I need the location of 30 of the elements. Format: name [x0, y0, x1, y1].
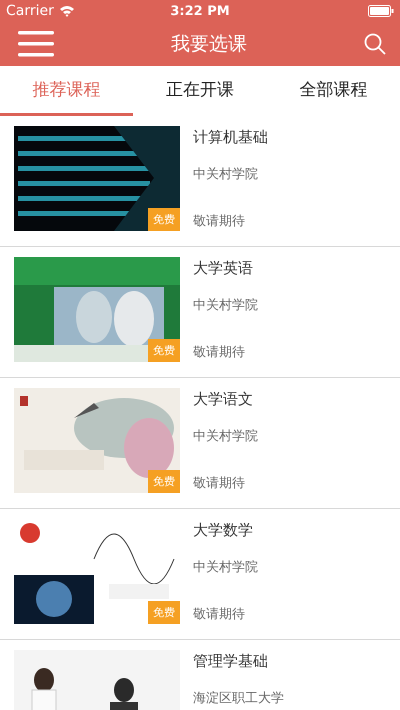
- course-title: 大学英语: [193, 259, 254, 278]
- course-row[interactable]: 免费 大学英语 中关村学院 敬请期待: [0, 247, 400, 378]
- page-title: 我要选课: [171, 32, 247, 57]
- course-status: 敬请期待: [193, 475, 246, 492]
- school-name: 中关村学院: [193, 166, 259, 183]
- course-title: 计算机基础: [193, 128, 268, 147]
- free-badge: 免费: [148, 601, 180, 624]
- course-row[interactable]: 免费 计算机基础 中关村学院 敬请期待: [0, 116, 400, 247]
- free-badge: 免费: [148, 208, 180, 231]
- search-icon[interactable]: [364, 33, 386, 55]
- carrier-label: Carrier: [6, 3, 54, 19]
- course-row[interactable]: 免费 大学语文 中关村学院 敬请期待: [0, 378, 400, 509]
- school-name: 中关村学院: [193, 297, 258, 314]
- menu-icon[interactable]: [18, 31, 54, 57]
- course-title: 大学数学: [193, 521, 254, 540]
- school-name: 海淀区职工大学: [193, 690, 284, 707]
- free-badge: 免费: [148, 339, 180, 362]
- school-name: 中关村学院: [193, 428, 258, 445]
- wifi-icon: [58, 5, 75, 17]
- course-title: 大学语文: [193, 390, 254, 409]
- school-name: 中关村学院: [193, 559, 258, 576]
- course-row[interactable]: 管理学基础 海淀区职工大学: [0, 640, 400, 710]
- course-status: 敬请期待: [193, 213, 246, 230]
- clock-time: 3:22 PM: [170, 4, 230, 18]
- course-row[interactable]: 免费 大学数学 中关村学院 敬请期待: [0, 509, 400, 640]
- course-status: 敬请期待: [193, 606, 246, 623]
- battery-icon: [368, 5, 394, 17]
- course-title: 管理学基础: [193, 652, 269, 671]
- course-status: 敬请期待: [193, 344, 246, 361]
- free-badge: 免费: [148, 470, 180, 493]
